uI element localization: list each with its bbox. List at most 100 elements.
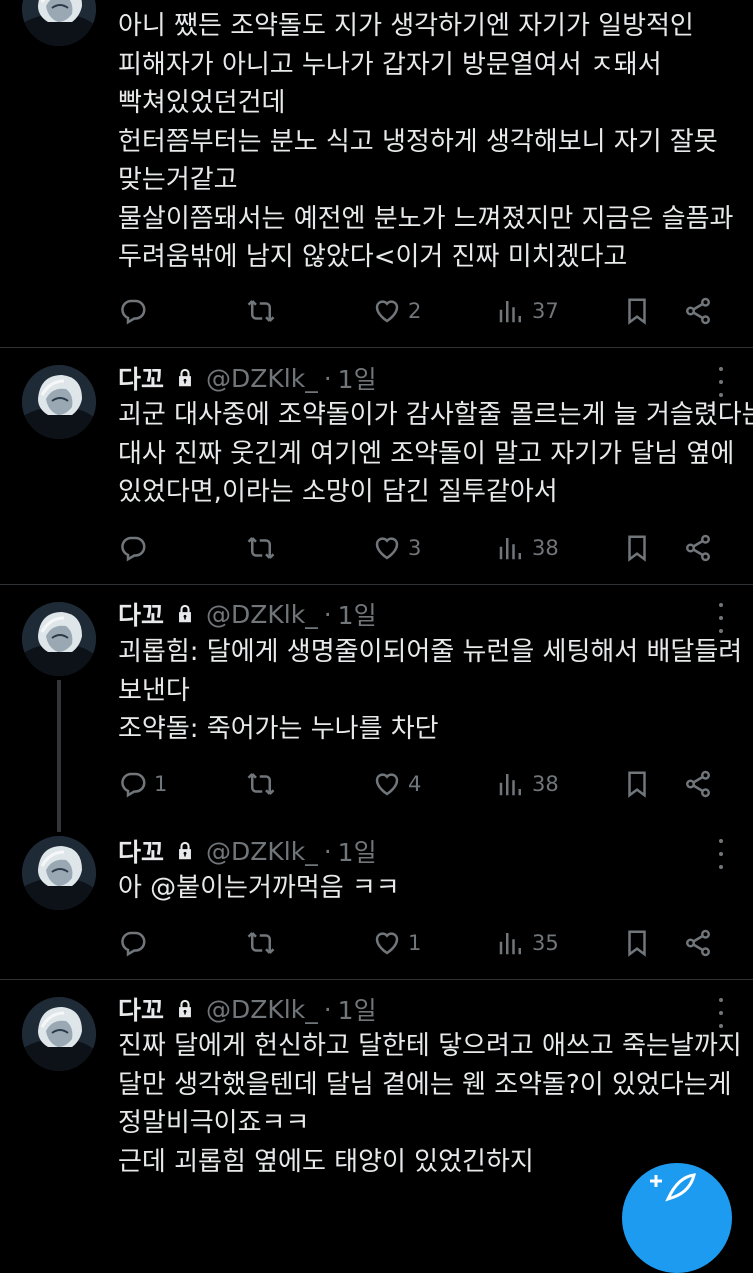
bookmark-button[interactable]: [622, 293, 652, 329]
heart-icon: [372, 769, 402, 799]
share-button[interactable]: [683, 530, 713, 566]
author-name[interactable]: 다꼬: [118, 991, 164, 1027]
tweet-header: 다꼬 @DZKlk_ · 1일: [118, 834, 377, 868]
timestamp[interactable]: 1일: [338, 991, 377, 1027]
tweet-text: 아니 쨌든 조약돌도 지가 생각하기엔 자기가 일방적인 피해자가 아니고 누나…: [118, 7, 735, 277]
lock-icon: [174, 603, 196, 625]
tweet-text: 진짜 달에게 헌신하고 달한테 닿으려고 애쓰고 죽는날까지 달만 생각했을텐데…: [118, 1027, 742, 1181]
views-button[interactable]: 37: [496, 293, 559, 329]
timestamp[interactable]: 1일: [338, 360, 377, 396]
bookmark-button[interactable]: [622, 530, 652, 566]
share-icon: [683, 769, 713, 799]
bookmark-button[interactable]: [622, 766, 652, 802]
like-count: 4: [408, 772, 422, 796]
bookmark-icon: [622, 928, 652, 958]
text-line: 두려움밖에 남지 않았다<이거 진짜 미치겠다고: [118, 242, 628, 272]
views-icon: [496, 928, 526, 958]
text-line: 물살이쯤돼서는 예전엔 분노가 느껴졌지만 지금은 슬픔과: [118, 203, 734, 234]
reply-icon: [118, 928, 148, 958]
retweet-icon: [246, 296, 276, 326]
divider: [0, 347, 753, 348]
text-line: 헌터쯤부터는 분노 식고 냉정하게 생각해보니 자기 잘못: [118, 126, 718, 157]
avatar[interactable]: [22, 836, 96, 910]
lock-icon: [174, 367, 196, 389]
reply-button[interactable]: [118, 530, 148, 566]
author-name[interactable]: 다꼬: [118, 596, 164, 632]
more-options-icon[interactable]: [717, 367, 725, 397]
retweet-button[interactable]: [246, 293, 276, 329]
reply-button[interactable]: 1: [118, 766, 167, 802]
more-options-icon[interactable]: [717, 603, 725, 633]
lock-icon: [174, 840, 196, 862]
author-handle[interactable]: @DZKlk_: [206, 995, 318, 1024]
share-button[interactable]: [683, 766, 713, 802]
views-count: 35: [532, 931, 559, 955]
text-line: 괴롭힘: 달에게 생명줄이되어줄 뉴런을 세팅해서 배달들려: [118, 637, 743, 667]
reply-icon: [118, 769, 148, 799]
views-button[interactable]: 38: [496, 766, 559, 802]
author-name[interactable]: 다꼬: [118, 833, 164, 869]
share-icon: [683, 928, 713, 958]
tweet-header: 다꼬 @DZKlk_ · 1일: [118, 597, 377, 631]
text-line: 진짜 달에게 헌신하고 달한테 닿으려고 애쓰고 죽는날까지: [118, 1031, 742, 1061]
reply-button[interactable]: [118, 925, 148, 961]
more-options-icon[interactable]: [717, 998, 725, 1028]
views-button[interactable]: 38: [496, 530, 559, 566]
retweet-button[interactable]: [246, 530, 276, 566]
like-count: 2: [408, 299, 422, 323]
avatar[interactable]: [22, 365, 96, 439]
retweet-icon: [246, 928, 276, 958]
like-button[interactable]: 3: [372, 530, 421, 566]
share-button[interactable]: [683, 293, 713, 329]
bookmark-icon: [622, 296, 652, 326]
retweet-button[interactable]: [246, 766, 276, 802]
like-button[interactable]: 1: [372, 925, 421, 961]
share-icon: [683, 296, 713, 326]
views-icon: [496, 533, 526, 563]
author-handle[interactable]: @DZKlk_: [206, 837, 318, 866]
author-name[interactable]: 다꼬: [118, 360, 164, 396]
timestamp[interactable]: 1일: [338, 596, 377, 632]
views-button[interactable]: 35: [496, 925, 559, 961]
divider: [0, 979, 753, 980]
tweet-text: 아 @붙이는거까먹음 ㅋㅋ: [118, 869, 735, 908]
avatar[interactable]: [22, 0, 96, 46]
tweet-text: 괴롭힘: 달에게 생명줄이되어줄 뉴런을 세팅해서 배달들려 보낸다 조약돌: …: [118, 633, 743, 749]
action-bar: 2 37: [118, 293, 718, 329]
like-button[interactable]: 2: [372, 293, 421, 329]
author-handle[interactable]: @DZKlk_: [206, 364, 318, 393]
text-line: 대사 진짜 웃긴게 여기엔 조약돌이 말고 자기가 달님 옆에: [118, 438, 735, 469]
reply-button[interactable]: [118, 293, 148, 329]
bookmark-icon: [622, 769, 652, 799]
text-line: 피해자가 아니고 누나가 갑자기 방문열여서 ㅈ돼서: [118, 49, 662, 80]
bookmark-icon: [622, 533, 652, 563]
author-handle[interactable]: @DZKlk_: [206, 600, 318, 629]
tweet-header: 다꼬 @DZKlk_ · 1일: [118, 992, 377, 1026]
views-icon: [496, 296, 526, 326]
retweet-button[interactable]: [246, 925, 276, 961]
compose-button[interactable]: [622, 1163, 732, 1273]
views-count: 38: [532, 772, 559, 796]
views-icon: [496, 769, 526, 799]
avatar[interactable]: [22, 997, 96, 1071]
separator-dot: ·: [323, 836, 332, 866]
share-button[interactable]: [683, 925, 713, 961]
tweet-text: 괴군 대사중에 조약돌이가 감사할줄 몰르는게 늘 거슬렸다는 대사 진짜 웃긴…: [118, 396, 753, 512]
text-line: 아 @붙이는거까먹음 ㅋㅋ: [118, 873, 400, 903]
text-line: 아니 쨌든 조약돌도 지가 생각하기엔 자기가 일방적인: [118, 11, 694, 41]
avatar[interactable]: [22, 602, 96, 676]
more-options-icon[interactable]: [717, 839, 725, 869]
heart-icon: [372, 296, 402, 326]
action-bar: 3 38: [118, 530, 718, 566]
separator-dot: ·: [323, 994, 332, 1024]
bookmark-button[interactable]: [622, 925, 652, 961]
action-bar: 1 4 38: [118, 766, 718, 802]
like-count: 3: [408, 536, 422, 560]
lock-icon: [174, 998, 196, 1020]
timestamp[interactable]: 1일: [338, 833, 377, 869]
retweet-icon: [246, 769, 276, 799]
like-count: 1: [408, 931, 422, 955]
heart-icon: [372, 533, 402, 563]
like-button[interactable]: 4: [372, 766, 421, 802]
tweet-header: 다꼬 @DZKlk_ · 1일: [118, 361, 377, 395]
